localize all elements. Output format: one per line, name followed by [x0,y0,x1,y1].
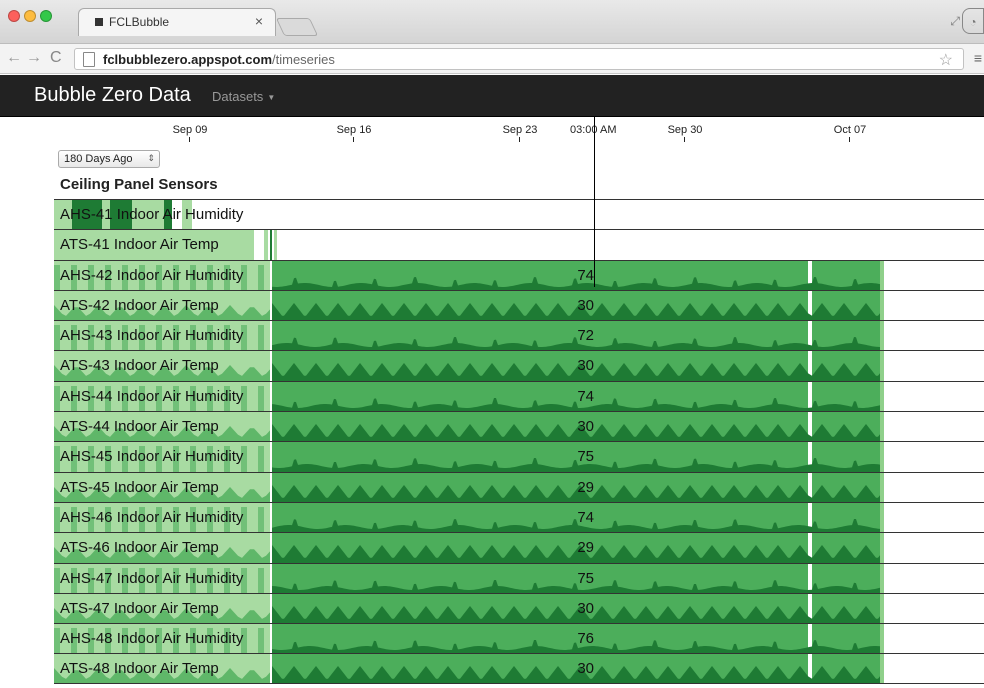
browser-menu-icon[interactable]: ≡ [974,50,982,66]
window-close-button[interactable] [8,10,20,22]
sensor-value: 74 [577,508,594,526]
sensor-value: 30 [577,599,594,617]
sensor-value: 76 [577,630,594,648]
sensor-label: ATS-41 Indoor Air Temp [60,236,219,254]
axis-tick-label: Sep 16 [336,124,372,136]
datasets-label: Datasets [212,89,264,104]
forward-arrow-icon[interactable]: → [26,49,42,67]
sensor-label: AHS-42 Indoor Air Humidity [60,266,244,284]
chevron-down-icon: ▼ [267,93,276,103]
axis-tick-label: Oct 07 [833,124,867,136]
sensor-row[interactable]: ATS-46 Indoor Air Temp 29 [54,532,984,563]
range-select-value: 180 Days Ago [64,153,133,165]
axis-tick-label: Sep 30 [667,124,703,136]
sensor-value: 30 [577,418,594,436]
sensor-label: AHS-47 Indoor Air Humidity [60,569,244,587]
new-tab-button[interactable] [275,18,319,36]
axis-tick-mark [849,137,850,142]
sensor-row[interactable]: AHS-48 Indoor Air Humidity 76 [54,623,984,654]
window-minimize-button[interactable] [24,10,36,22]
sensor-label: ATS-48 Indoor Air Temp [60,660,219,678]
sensor-row[interactable]: ATS-42 Indoor Air Temp 30 [54,289,984,321]
sensor-row[interactable]: ATS-44 Indoor Air Temp 30 [54,411,984,442]
incognito-profile-icon[interactable]: ◔ [962,8,984,34]
address-bar[interactable]: fclbubblezero.appspot.com/timeseries ☆ [74,48,964,70]
section-title: Ceiling Panel Sensors [60,176,218,193]
sensor-value: 75 [577,448,594,466]
sensor-value: 29 [577,539,594,557]
sensor-value: 29 [577,478,594,496]
range-select[interactable]: 180 Days Ago ⇕ [58,150,160,168]
axis-tick-mark [189,137,190,142]
sensor-value: 30 [577,660,594,678]
sensor-row[interactable]: AHS-45 Indoor Air Humidity 75 [54,441,984,472]
axis-tick-mark [519,137,520,142]
sensor-label: AHS-44 Indoor Air Humidity [60,387,244,405]
sensor-label: ATS-44 Indoor Air Temp [60,418,219,436]
sensor-value: 30 [577,357,594,375]
browser-titlebar: FCLBubble × ⤢ ◔ [0,0,984,44]
url-text[interactable]: fclbubblezero.appspot.com/timeseries [103,52,335,67]
sensor-row[interactable]: AHS-43 Indoor Air Humidity 72 [54,320,984,351]
sensor-value: 30 [577,296,594,314]
tab-close-icon[interactable]: × [255,13,263,29]
sensor-label: ATS-46 Indoor Air Temp [60,539,219,557]
browser-tab[interactable]: FCLBubble × [78,8,276,36]
page-favicon-icon [95,18,103,26]
sensor-value: 75 [577,569,594,587]
axis-tick-mark [684,137,685,142]
axis-tick-label: Sep 23 [502,124,538,136]
back-arrow-icon[interactable]: ← [6,49,22,67]
tab-title: FCLBubble [109,15,170,29]
axis-tick-label: Sep 09 [172,124,208,136]
bookmark-star-icon[interactable]: ☆ [939,50,953,70]
time-cursor-line [594,117,595,287]
sensor-row[interactable]: ATS-48 Indoor Air Temp 30 [54,653,984,684]
page-icon [83,52,95,67]
window-maximize-button[interactable] [40,10,52,22]
sensor-value: 74 [577,266,594,284]
sensor-label: AHS-43 Indoor Air Humidity [60,327,244,345]
sensor-row[interactable]: ATS-41 Indoor Air Temp [54,229,984,260]
sensor-label: ATS-45 Indoor Air Temp [60,478,219,496]
url-host: fclbubblezero.appspot.com [103,52,273,67]
browser-toolbar: ← → C fclbubblezero.appspot.com/timeseri… [0,44,984,74]
reload-icon[interactable]: C [50,49,62,67]
app-navbar: Bubble Zero Data Datasets ▼ [0,75,984,117]
sensor-value: 74 [577,387,594,405]
sensor-label: ATS-42 Indoor Air Temp [60,296,219,314]
sensor-label: AHS-46 Indoor Air Humidity [60,508,244,526]
sensor-rows: AHS-41 Indoor Air Humidity ATS-41 Indoor … [54,199,984,684]
sensor-row[interactable]: AHS-44 Indoor Air Humidity 74 [54,380,984,412]
sensor-row[interactable]: AHS-47 Indoor Air Humidity 75 [54,562,984,593]
sensor-label: ATS-47 Indoor Air Temp [60,599,219,617]
sensor-label: ATS-43 Indoor Air Temp [60,357,219,375]
select-arrows-icon: ⇕ [147,153,155,163]
sensor-label: AHS-45 Indoor Air Humidity [60,448,244,466]
sensor-row[interactable]: ATS-47 Indoor Air Temp 30 [54,592,984,624]
sensor-row[interactable]: ATS-43 Indoor Air Temp 30 [54,350,984,381]
sensor-row[interactable]: AHS-46 Indoor Air Humidity 74 [54,501,984,533]
sensor-row[interactable]: AHS-42 Indoor Air Humidity 74 [54,259,984,290]
brand-title[interactable]: Bubble Zero Data [34,84,191,107]
sensor-value: 72 [577,327,594,345]
axis-tick-mark [353,137,354,142]
fullscreen-icon[interactable]: ⤢ [950,14,960,29]
sensor-label: AHS-48 Indoor Air Humidity [60,630,244,648]
url-path: /timeseries [272,52,335,67]
sensor-label: AHS-41 Indoor Air Humidity [60,206,244,223]
datasets-dropdown[interactable]: Datasets ▼ [212,89,275,104]
sensor-row[interactable]: AHS-41 Indoor Air Humidity [54,199,984,230]
sensor-row[interactable]: ATS-45 Indoor Air Temp 29 [54,471,984,502]
